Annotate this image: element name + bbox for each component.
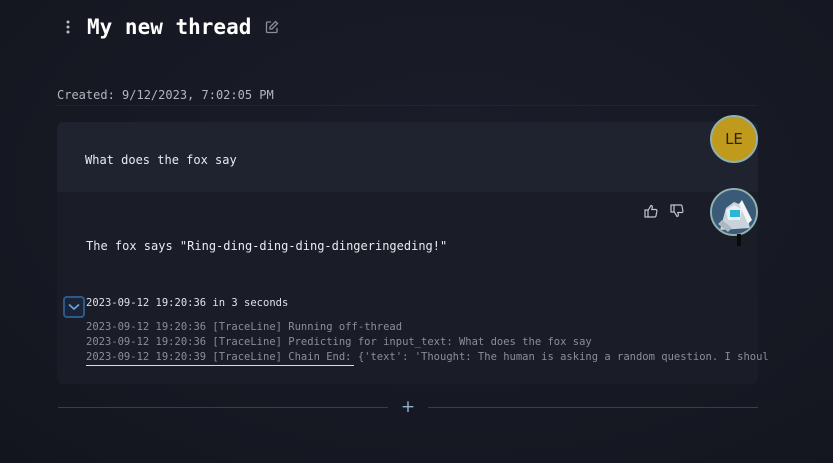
feedback-buttons xyxy=(644,204,684,218)
trace-summary: 2023-09-12 19:20:36 in 3 seconds xyxy=(86,297,289,309)
trace-line: 2023-09-12 19:20:36 [TraceLine] Predicti… xyxy=(86,336,592,348)
thumbs-down-icon[interactable] xyxy=(670,204,684,218)
vertical-dots-icon[interactable] xyxy=(58,12,78,42)
add-message-row: + xyxy=(58,398,758,416)
trace-line: 2023-09-12 19:20:36 [TraceLine] Running … xyxy=(86,321,403,333)
user-message-text: What does the fox say xyxy=(85,153,237,167)
avatar-initials: LE xyxy=(725,130,743,148)
bot-message-text: The fox says "Ring-ding-ding-ding-dinger… xyxy=(86,239,448,253)
pencil-icon[interactable] xyxy=(265,20,279,34)
thumbs-up-icon[interactable] xyxy=(644,204,658,218)
divider-right xyxy=(428,407,758,408)
page-title: My new thread xyxy=(87,15,252,39)
bot-avatar xyxy=(710,188,758,236)
user-message: What does the fox say xyxy=(57,122,758,192)
divider-left xyxy=(58,407,388,408)
trace-line: 2023-09-12 19:20:39 [TraceLine] Chain En… xyxy=(86,351,769,363)
trace-underline xyxy=(86,365,354,366)
chevron-down-icon[interactable] xyxy=(63,296,85,318)
plus-icon[interactable]: + xyxy=(398,398,418,416)
created-timestamp: Created: 9/12/2023, 7:02:05 PM xyxy=(57,88,274,102)
divider xyxy=(57,105,757,106)
thread-header: My new thread xyxy=(58,10,279,44)
user-avatar: LE xyxy=(710,115,758,163)
avatar-indicator xyxy=(737,234,741,246)
